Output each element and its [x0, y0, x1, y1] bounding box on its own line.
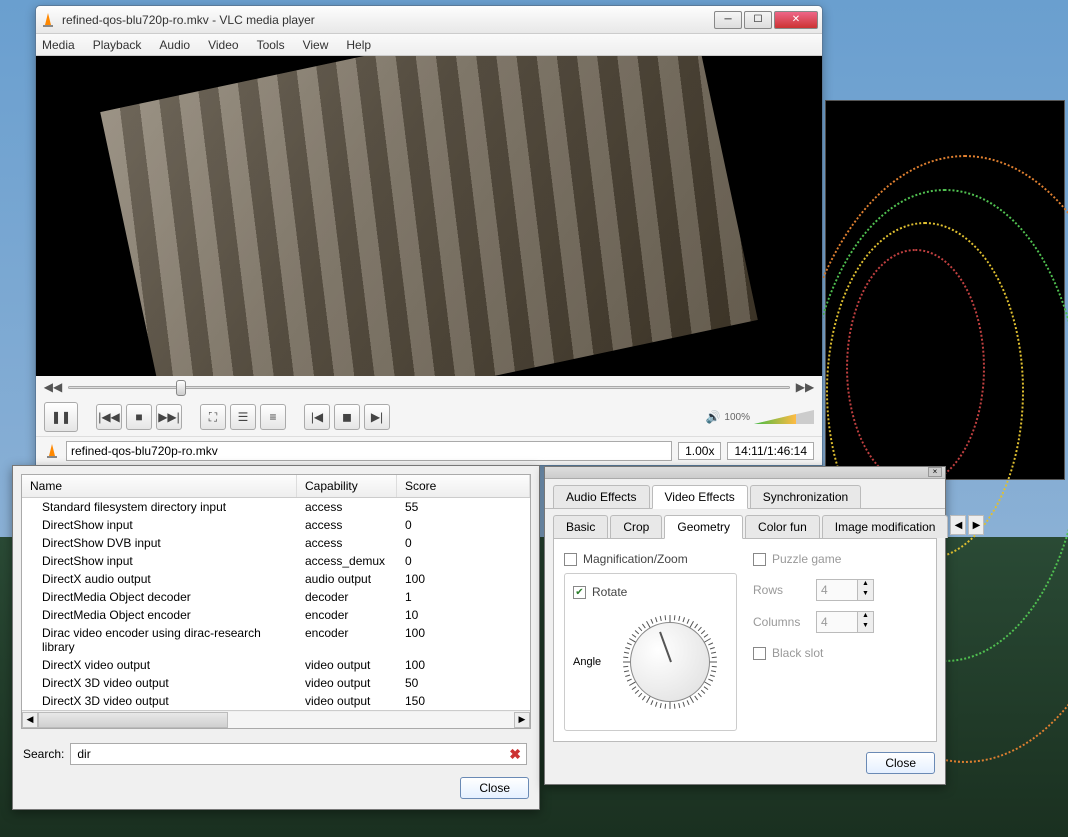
previous-button[interactable]: |◀◀ [96, 404, 122, 430]
close-icon[interactable]: × [928, 467, 942, 477]
rows-label: Rows [753, 583, 808, 597]
search-input[interactable] [70, 743, 527, 765]
frame-back-button[interactable]: |◀ [304, 404, 330, 430]
menu-tools[interactable]: Tools [257, 38, 285, 52]
table-row[interactable]: DirectX 3D video outputvideo output150 [22, 692, 530, 710]
seek-thumb[interactable] [176, 380, 186, 396]
close-button[interactable]: Close [866, 752, 935, 774]
tab-scroll-left-icon[interactable]: ◀ [950, 515, 966, 535]
pause-button[interactable]: ❚❚ [44, 402, 78, 432]
titlebar[interactable]: refined-qos-blu720p-ro.mkv - VLC media p… [36, 6, 822, 34]
angle-label: Angle [573, 656, 601, 668]
blackslot-checkbox[interactable]: Black slot [753, 643, 926, 663]
table-row[interactable]: DirectX video outputvideo output100 [22, 656, 530, 674]
rotation-dial[interactable] [620, 612, 720, 712]
col-name[interactable]: Name [22, 475, 297, 497]
fastforward-icon[interactable]: ▶▶ [796, 380, 814, 394]
rotate-checkbox[interactable]: ✔ Rotate [573, 582, 728, 602]
fullscreen-button[interactable]: ⛶ [200, 404, 226, 430]
scroll-right-icon[interactable]: ▶ [514, 712, 530, 728]
seek-slider[interactable] [68, 382, 790, 392]
menu-video[interactable]: Video [208, 38, 238, 52]
table-row[interactable]: DirectShow DVB inputaccess0 [22, 534, 530, 552]
minimize-button[interactable]: ─ [714, 11, 742, 29]
col-score[interactable]: Score [397, 475, 530, 497]
tab-scroll-right-icon[interactable]: ▶ [968, 515, 984, 535]
scroll-left-icon[interactable]: ◀ [22, 712, 38, 728]
speaker-icon[interactable]: 🔊 [705, 410, 720, 424]
table-row[interactable]: DirectX 3D video outputvideo output50 [22, 674, 530, 692]
vlc-main-window: refined-qos-blu720p-ro.mkv - VLC media p… [35, 5, 823, 466]
tab-geometry[interactable]: Geometry [664, 515, 743, 539]
table-row[interactable]: DirectShow inputaccess_demux0 [22, 552, 530, 570]
table-row[interactable]: DirectX audio outputaudio output100 [22, 570, 530, 588]
tab-video-effects[interactable]: Video Effects [652, 485, 748, 509]
tab-synchronization[interactable]: Synchronization [750, 485, 861, 508]
menu-help[interactable]: Help [346, 38, 371, 52]
tab-audio-effects[interactable]: Audio Effects [553, 485, 650, 508]
volume-percent: 100% [724, 412, 750, 423]
playlist-button[interactable]: ☰ [230, 404, 256, 430]
record-button[interactable]: ◼ [334, 404, 360, 430]
maximize-button[interactable]: ☐ [744, 11, 772, 29]
table-header: Name Capability Score [22, 475, 530, 498]
menu-view[interactable]: View [303, 38, 329, 52]
plugins-window: Name Capability Score Standard filesyste… [12, 465, 540, 810]
table-row[interactable]: Standard filesystem directory inputacces… [22, 498, 530, 516]
vlc-cone-icon [44, 443, 60, 459]
puzzle-checkbox[interactable]: Puzzle game [753, 549, 926, 569]
rows-spinbox[interactable]: ▲▼ [816, 579, 874, 601]
menu-audio[interactable]: Audio [159, 38, 190, 52]
tab-imagemod[interactable]: Image modification [822, 515, 949, 538]
video-output[interactable] [36, 56, 822, 376]
close-button[interactable]: Close [460, 777, 529, 799]
filename-field[interactable] [66, 441, 672, 461]
tab-colorfun[interactable]: Color fun [745, 515, 820, 538]
table-row[interactable]: DirectMedia Object encoderencoder10 [22, 606, 530, 624]
clear-search-icon[interactable]: ✖ [509, 746, 521, 763]
rewind-icon[interactable]: ◀◀ [44, 380, 62, 394]
vlc-cone-icon [40, 12, 56, 28]
magnification-checkbox[interactable]: Magnification/Zoom [564, 549, 737, 569]
background-vlc-window [825, 100, 1065, 480]
volume-slider[interactable] [754, 408, 814, 426]
time-display[interactable]: 14:11/1:46:14 [727, 442, 814, 460]
close-button[interactable]: ✕ [774, 11, 818, 29]
col-capability[interactable]: Capability [297, 475, 397, 497]
menu-playback[interactable]: Playback [93, 38, 142, 52]
sub-tab-strip: Basic Crop Geometry Color fun Image modi… [553, 515, 937, 539]
search-label: Search: [23, 747, 64, 761]
table-row[interactable]: DirectShow inputaccess0 [22, 516, 530, 534]
tab-crop[interactable]: Crop [610, 515, 662, 538]
menubar: Media Playback Audio Video Tools View He… [36, 34, 822, 56]
equalizer-button[interactable]: ≡ [260, 404, 286, 430]
stop-button[interactable]: ■ [126, 404, 152, 430]
horizontal-scrollbar[interactable]: ◀ ▶ [22, 710, 530, 728]
menu-media[interactable]: Media [42, 38, 75, 52]
frame-fwd-button[interactable]: ▶| [364, 404, 390, 430]
effects-window: × Audio Effects Video Effects Synchroniz… [544, 466, 946, 785]
columns-spinbox[interactable]: ▲▼ [816, 611, 874, 633]
columns-label: Columns [753, 615, 808, 629]
table-row[interactable]: Dirac video encoder using dirac-research… [22, 624, 530, 656]
main-tab-strip: Audio Effects Video Effects Synchronizat… [545, 479, 945, 509]
window-title: refined-qos-blu720p-ro.mkv - VLC media p… [62, 13, 714, 27]
playback-speed[interactable]: 1.00x [678, 442, 721, 460]
effects-titlebar[interactable]: × [545, 467, 945, 479]
table-row[interactable]: DirectMedia Object decoderdecoder1 [22, 588, 530, 606]
table-body: Standard filesystem directory inputacces… [22, 498, 530, 710]
tab-basic[interactable]: Basic [553, 515, 608, 538]
next-button[interactable]: ▶▶| [156, 404, 182, 430]
geometry-panel: Magnification/Zoom ✔ Rotate Angle [553, 539, 937, 742]
